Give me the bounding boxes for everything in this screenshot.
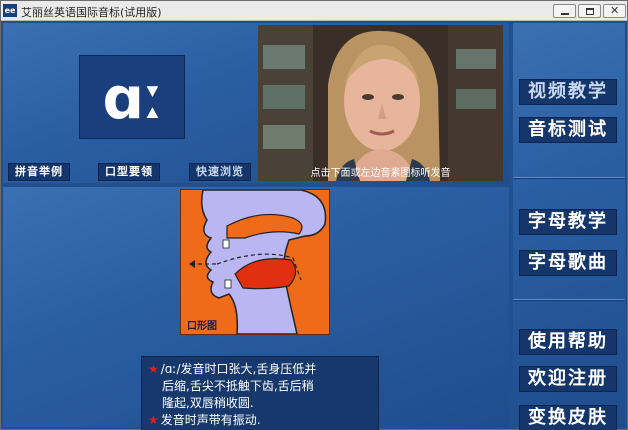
video-frame-image: [258, 25, 503, 181]
phonetic-test-button[interactable]: 音标测试: [519, 117, 617, 143]
phonetic-symbol-card[interactable]: ɑː: [79, 55, 185, 139]
letter-song-button[interactable]: 字母歌曲: [519, 250, 617, 276]
desc-text-4: 发音时声带有振动.: [160, 413, 261, 427]
maximize-icon: [586, 8, 594, 15]
sidebar-divider: [513, 299, 625, 301]
app-icon: ee: [3, 4, 17, 17]
sidebar-divider: [513, 177, 625, 179]
close-button[interactable]: ✕: [603, 4, 626, 18]
top-panel: ɑː 拼音举例 口型要领 快速浏览 点击下面或左边音素图标听发音: [3, 23, 509, 183]
app-window: ee 艾丽丝英语国际音标(试用版) ✕ ɑː 拼音举例 口型要领 快速浏览 点击…: [0, 0, 628, 430]
minimize-icon: [561, 13, 569, 15]
desc-line-4: ★ 发音时声带有振动.: [148, 412, 372, 429]
mouth-cross-section-image: [181, 189, 329, 335]
minimize-button[interactable]: [553, 4, 576, 18]
pinyin-examples-button[interactable]: 拼音举例: [8, 163, 70, 181]
pronunciation-description: ★/ɑː/发音时口张大,舌身压低并 后缩,舌尖不抵触下齿,舌后稍 隆起,双唇稍收…: [141, 356, 379, 430]
mouth-shape-button[interactable]: 口型要领: [98, 163, 160, 181]
quick-browse-button[interactable]: 快速浏览: [189, 163, 251, 181]
video-player[interactable]: 点击下面或左边音素图标听发音: [258, 25, 503, 181]
help-button[interactable]: 使用帮助: [519, 329, 617, 355]
window-title: 艾丽丝英语国际音标(试用版): [21, 6, 162, 19]
phonetic-symbol: ɑː: [102, 64, 164, 132]
title-bar: ee 艾丽丝英语国际音标(试用版) ✕: [1, 1, 627, 21]
desc-line-3: 隆起,双唇稍收圆.: [162, 396, 254, 410]
star-icon: ★: [148, 413, 159, 427]
close-icon: ✕: [610, 4, 620, 17]
desc-line-1: ★/ɑː/发音时口张大,舌身压低并: [148, 361, 372, 378]
video-caption: 点击下面或左边音素图标听发音: [310, 168, 451, 179]
star-icon: ★: [148, 362, 159, 376]
diagram-label: 口形图: [187, 321, 217, 332]
client-area: ɑː 拼音举例 口型要领 快速浏览 点击下面或左边音素图标听发音 口形图 ★ /…: [1, 21, 627, 430]
letter-teaching-button[interactable]: 字母教学: [519, 209, 617, 235]
desc-text-1: /ɑː/发音时口张大,舌身压低并: [160, 362, 317, 376]
desc-line-2: 后缩,舌尖不抵触下齿,舌后稍: [162, 379, 314, 393]
register-button[interactable]: 欢迎注册: [519, 366, 617, 392]
video-teaching-button[interactable]: 视频教学: [519, 79, 617, 105]
mouth-diagram: 口形图: [180, 189, 330, 335]
maximize-button[interactable]: [578, 4, 601, 18]
change-skin-button[interactable]: 变换皮肤: [519, 405, 617, 430]
